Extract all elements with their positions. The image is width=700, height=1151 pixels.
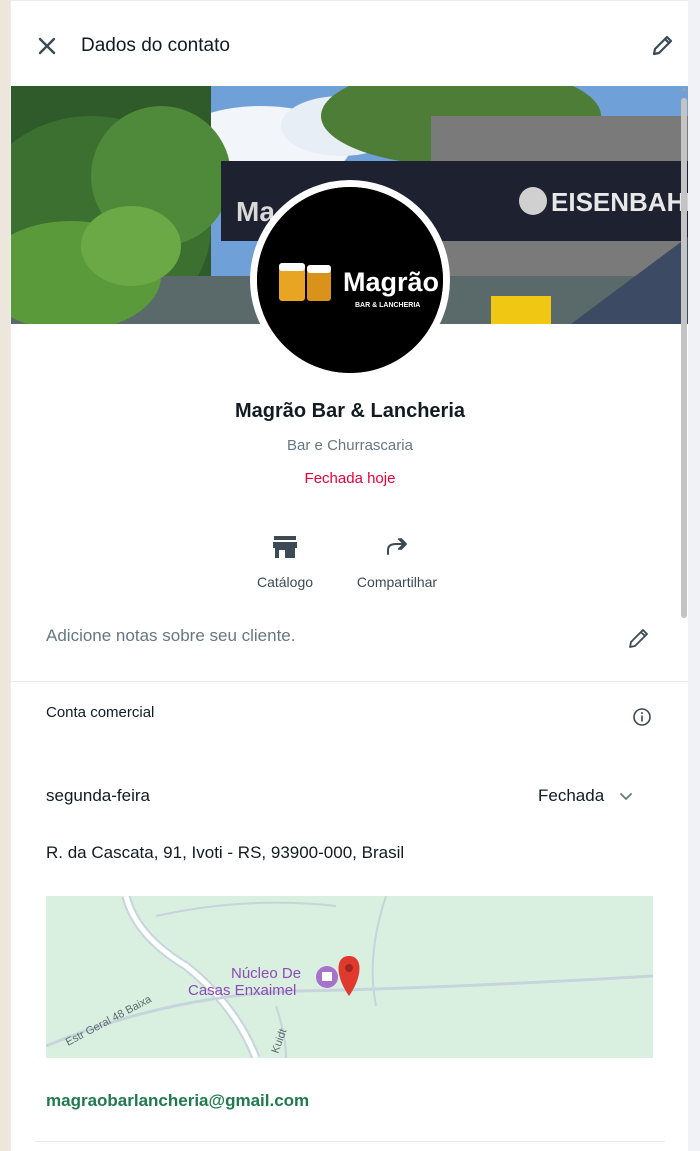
pencil-icon[interactable]: [625, 626, 651, 652]
business-hours-status: Fechada: [538, 786, 605, 805]
map-poi-line2: Casas Enxaimel: [188, 982, 296, 999]
contact-name: Magrão Bar & Lancheria: [234, 400, 466, 422]
share-arrow-icon: [382, 532, 412, 562]
scroll-thumb[interactable]: [681, 98, 687, 618]
panel-title: Dados do contato: [81, 35, 230, 56]
notes-field[interactable]: Adicione notas sobre seu cliente.: [11, 600, 688, 682]
scrollbar[interactable]: ▲: [680, 86, 688, 1151]
panel-header: Dados do contato: [11, 0, 688, 86]
share-button[interactable]: Compartilhar: [349, 532, 445, 590]
business-category: Bar e Churrascaria: [287, 437, 413, 454]
logo-subtext: BAR & LANCHERIA: [355, 302, 420, 309]
pencil-icon[interactable]: [649, 33, 675, 59]
chevron-down-icon: [618, 788, 634, 804]
map-poi-line1: Núcleo De: [231, 965, 301, 982]
scroll-up-icon[interactable]: ▲: [680, 86, 688, 94]
info-icon[interactable]: [631, 706, 653, 728]
background-strip: [0, 0, 10, 1151]
share-label: Compartilhar: [356, 574, 438, 590]
business-address: R. da Cascata, 91, Ivoti - RS, 93900-000…: [46, 843, 405, 862]
business-email-link[interactable]: magraobarlancheria@gmail.com: [46, 1091, 309, 1111]
business-hours-toggle[interactable]: Fechada: [538, 786, 634, 806]
business-account-title: Conta comercial: [46, 704, 155, 721]
contact-info-panel: Dados do contato Ma EISENBAHN: [10, 0, 688, 1151]
open-status: Fechada hoje: [304, 470, 396, 487]
catalog-button[interactable]: Catálogo: [255, 532, 315, 590]
catalog-label: Catálogo: [256, 574, 314, 590]
storefront-icon: [270, 532, 300, 562]
divider: [35, 1141, 665, 1142]
location-map[interactable]: Núcleo De Casas Enxaimel Estr Geral 48 B…: [46, 896, 653, 1058]
cover-sign-right: EISENBAHN: [551, 187, 688, 217]
profile-avatar[interactable]: Magrão BAR & LANCHERIA: [250, 180, 450, 380]
close-icon[interactable]: [35, 34, 59, 58]
logo-text: Magrão: [343, 267, 439, 297]
business-hours-day: segunda-feira: [46, 786, 150, 805]
notes-placeholder: Adicione notas sobre seu cliente.: [46, 626, 296, 645]
